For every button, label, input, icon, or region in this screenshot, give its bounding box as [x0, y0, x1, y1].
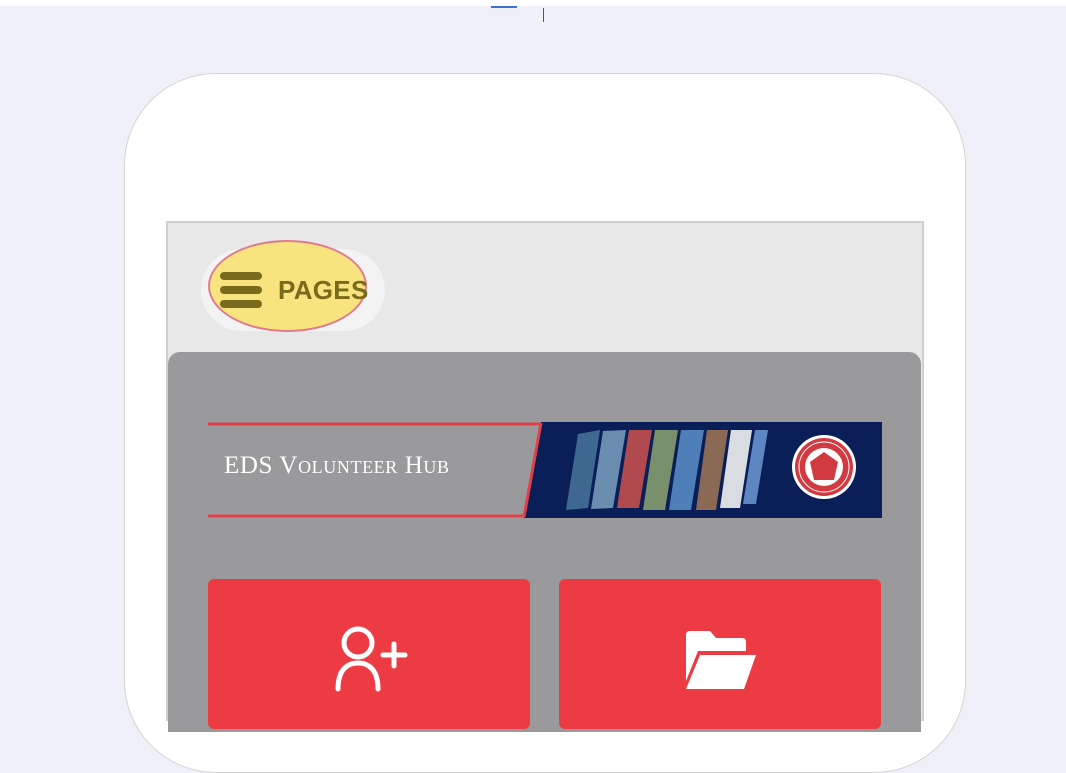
top-strip: [0, 0, 1066, 6]
add-volunteer-tile[interactable]: [208, 579, 530, 729]
resources-folder-tile[interactable]: [559, 579, 881, 729]
banner-title: EDS Volunteer Hub: [224, 452, 450, 479]
add-user-icon: [335, 626, 408, 692]
text-caret: [543, 8, 544, 22]
salvation-army-logo-icon: [792, 435, 856, 499]
hamburger-menu-icon[interactable]: [220, 272, 262, 308]
pages-menu-label[interactable]: PAGES: [278, 275, 369, 306]
top-tab-indicator[interactable]: [491, 6, 517, 8]
open-folder-icon: [686, 631, 756, 689]
